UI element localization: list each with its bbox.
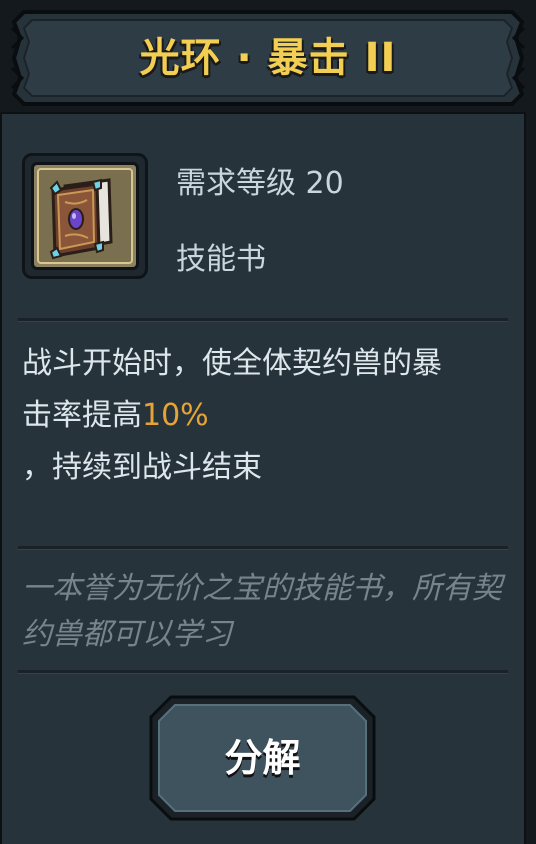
item-type: 技能书 <box>176 242 266 277</box>
skill-book-icon <box>49 178 113 260</box>
skill-description: 战斗开始时，使全体契约兽的暴 击率提高10% ，持续到战斗结束 <box>22 338 512 494</box>
decompose-button-label: 分解 <box>224 736 301 780</box>
description-line: 战斗开始时，使全体契约兽的暴 <box>22 346 442 381</box>
flavor-text: 一本誉为无价之宝的技能书，所有契约兽都可以学习 <box>22 571 502 652</box>
item-icon-frame <box>22 153 148 279</box>
page-title: 光环 · 暴击 II <box>139 35 397 81</box>
item-detail-panel: 光环 · 暴击 II 需求等级 20 技能书 战斗开始时，使全体契约兽的暴 击率… <box>0 0 536 844</box>
decompose-button[interactable]: 分解 <box>149 695 376 821</box>
required-level: 需求等级 20 <box>176 166 344 201</box>
highlight-value: 10% <box>142 398 209 433</box>
description-line: ，持续到战斗结束 <box>22 450 262 485</box>
divider <box>18 318 508 322</box>
description-line: 击率提高10% <box>22 398 209 433</box>
divider <box>18 670 508 674</box>
divider <box>18 546 508 550</box>
title-banner: 光环 · 暴击 II <box>10 8 526 108</box>
